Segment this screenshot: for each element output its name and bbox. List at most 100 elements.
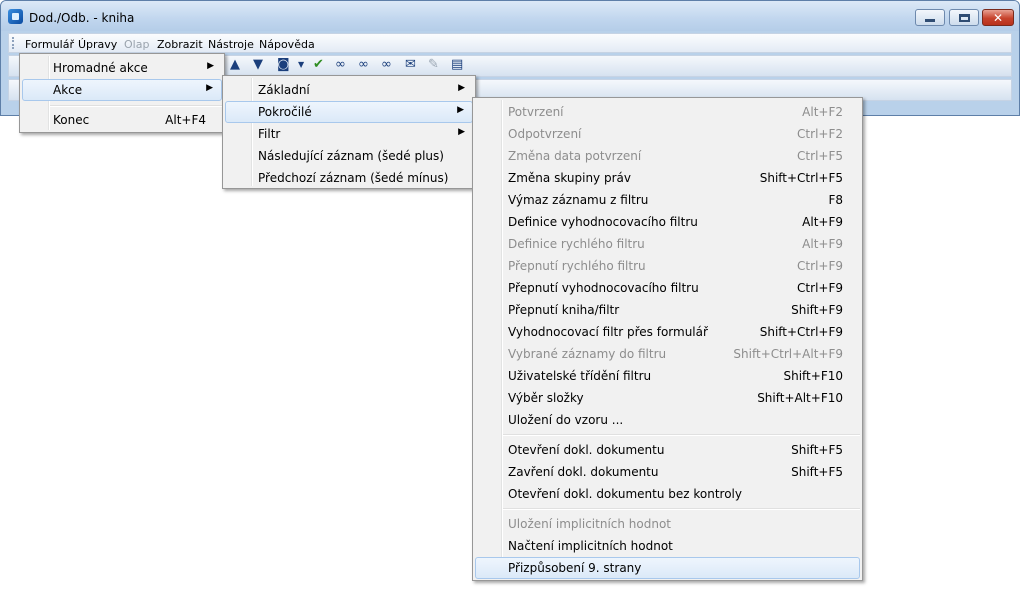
- menu-item[interactable]: Otevření dokl. dokumentu Shift+F5: [475, 439, 860, 461]
- submenu-arrow-icon: ▶: [458, 83, 465, 93]
- attachment-icon[interactable]: ▤: [451, 57, 463, 73]
- menu-item[interactable]: Uživatelské třídění filtru Shift+F10: [475, 365, 860, 387]
- check-arrow-icon[interactable]: ✔: [313, 57, 324, 73]
- menu-item-hromadne-akce[interactable]: Hromadné akce ▶: [22, 57, 222, 79]
- menu-item-shortcut: Shift+F9: [791, 303, 843, 317]
- menu-item[interactable]: Definice rychlého filtru Alt+F9: [475, 233, 860, 255]
- menu-formular[interactable]: Formulář: [25, 38, 74, 51]
- window-title: Dod./Odb. - kniha: [29, 11, 135, 25]
- menu-item-shortcut: Shift+F5: [791, 465, 843, 479]
- app-icon[interactable]: [8, 9, 23, 24]
- menu-item[interactable]: Přepnutí kniha/filtr Shift+F9: [475, 299, 860, 321]
- menu-item-shortcut: Ctrl+F9: [797, 281, 843, 295]
- menu-item-shortcut: F8: [828, 193, 843, 207]
- menu-separator: [503, 508, 860, 510]
- menu-item-shortcut: Shift+F10: [783, 369, 843, 383]
- menu-item-label: Změna skupiny práv: [508, 171, 631, 185]
- menu-item-predchozi-zaznam[interactable]: Předchozí záznam (šedé mínus): [225, 167, 473, 189]
- menu-item[interactable]: Definice vyhodnocovacího filtru Alt+F9: [475, 211, 860, 233]
- menu-olap[interactable]: Olap: [124, 38, 149, 51]
- menu-item-shortcut: Alt+F2: [802, 105, 843, 119]
- minimize-button[interactable]: [915, 9, 945, 26]
- maximize-button[interactable]: [949, 9, 979, 26]
- menu-item-shortcut: Shift+Ctrl+Alt+F9: [733, 347, 843, 361]
- menu-item-label: Otevření dokl. dokumentu: [508, 443, 665, 457]
- menu-item-konec[interactable]: Konec Alt+F4: [22, 109, 222, 131]
- menu-item-label: Definice rychlého filtru: [508, 237, 645, 251]
- menu-item-label: Uživatelské třídění filtru: [508, 369, 652, 383]
- menu-item-label: Potvrzení: [508, 105, 564, 119]
- menu-item-filtr[interactable]: Filtr ▶: [225, 123, 473, 145]
- arrow-up-icon[interactable]: ▲: [230, 57, 240, 73]
- menu-item[interactable]: Změna skupiny práv Shift+Ctrl+F5: [475, 167, 860, 189]
- menu-item-label: Výběr složky: [508, 391, 584, 405]
- binoculars-icon[interactable]: ∞: [335, 57, 346, 73]
- menu-item-label: Odpotvrzení: [508, 127, 582, 141]
- pokrocile-submenu: Potvrzení Alt+F2 Odpotvrzení Ctrl+F2 Změna d…: [472, 97, 863, 581]
- menu-item-label: Vybrané záznamy do filtru: [508, 347, 667, 361]
- menu-item[interactable]: Přepnutí rychlého filtru Ctrl+F9: [475, 255, 860, 277]
- menu-item-label: Přepnutí vyhodnocovacího filtru: [508, 281, 699, 295]
- arrow-down-icon[interactable]: ▼: [253, 57, 263, 73]
- menu-bar: Formulář Úpravy Olap Zobrazit Nástroje N…: [8, 33, 1012, 53]
- menu-separator: [503, 434, 860, 436]
- camera-icon[interactable]: ◙: [277, 57, 290, 73]
- menu-item[interactable]: Odpotvrzení Ctrl+F2: [475, 123, 860, 145]
- menu-item-label: Přepnutí rychlého filtru: [508, 259, 646, 273]
- menu-item-shortcut: Ctrl+F2: [797, 127, 843, 141]
- menu-item[interactable]: Výmaz záznamu z filtru F8: [475, 189, 860, 211]
- menu-item-label: Přepnutí kniha/filtr: [508, 303, 620, 317]
- maximize-icon: [958, 13, 970, 22]
- menu-item[interactable]: Výběr složky Shift+Alt+F10: [475, 387, 860, 409]
- binoculars-next-icon[interactable]: ∞: [358, 57, 369, 73]
- envelope-icon[interactable]: ✉: [405, 57, 416, 73]
- minimize-icon: [925, 19, 935, 22]
- menu-item[interactable]: Přizpůsobení 9. strany: [475, 557, 860, 579]
- menu-item-label: Zavření dokl. dokumentu: [508, 465, 659, 479]
- menu-item-shortcut: Ctrl+F5: [797, 149, 843, 163]
- binoculars-prev-icon[interactable]: ∞: [381, 57, 392, 73]
- menu-item-label: Uložení do vzoru ...: [508, 413, 624, 427]
- menu-item-shortcut: Shift+Ctrl+F5: [759, 171, 843, 185]
- menu-item[interactable]: Přepnutí vyhodnocovacího filtru Ctrl+F9: [475, 277, 860, 299]
- menu-item-label: Výmaz záznamu z filtru: [508, 193, 649, 207]
- menu-item-label: Změna data potvrzení: [508, 149, 642, 163]
- submenu-arrow-icon: ▶: [457, 105, 464, 115]
- formular-menu: Hromadné akce ▶ Akce ▶ Konec Alt+F4: [19, 53, 225, 133]
- menu-item[interactable]: Uložení do vzoru ...: [475, 409, 860, 431]
- menu-item-shortcut: Alt+F9: [802, 215, 843, 229]
- menu-item[interactable]: Vyhodnocovací filtr přes formulář Shift+C…: [475, 321, 860, 343]
- submenu-arrow-icon: ▶: [458, 127, 465, 137]
- menu-item-label: Načtení implicitních hodnot: [508, 539, 673, 553]
- menu-separator: [50, 105, 222, 107]
- menu-zobrazit[interactable]: Zobrazit: [157, 38, 203, 51]
- menu-item-shortcut: Alt+F9: [802, 237, 843, 251]
- menu-item-label: Uložení implicitních hodnot: [508, 517, 672, 531]
- menu-item[interactable]: Zavření dokl. dokumentu Shift+F5: [475, 461, 860, 483]
- menu-item-label: Otevření dokl. dokumentu bez kontroly: [508, 487, 742, 501]
- menu-item[interactable]: Načtení implicitních hodnot: [475, 535, 860, 557]
- menu-item-zakladni[interactable]: Základní ▶: [225, 79, 473, 101]
- menubar-grip[interactable]: [12, 37, 17, 49]
- menu-upravy[interactable]: Úpravy: [78, 38, 117, 51]
- menu-napoveda[interactable]: Nápověda: [259, 38, 315, 51]
- title-bar[interactable]: Dod./Odb. - kniha ✕: [1, 1, 1019, 31]
- menu-nastroje[interactable]: Nástroje: [208, 38, 254, 51]
- menu-item-pokrocile[interactable]: Pokročilé ▶: [225, 101, 473, 123]
- menu-item-shortcut: Ctrl+F9: [797, 259, 843, 273]
- close-button[interactable]: ✕: [982, 9, 1014, 26]
- menu-item-shortcut: Shift+F5: [791, 443, 843, 457]
- menu-item[interactable]: Potvrzení Alt+F2: [475, 101, 860, 123]
- menu-item-label: Definice vyhodnocovacího filtru: [508, 215, 698, 229]
- dropdown-icon[interactable]: ▼: [298, 57, 304, 73]
- submenu-arrow-icon: ▶: [206, 83, 213, 93]
- menu-item-nasledujici-zaznam[interactable]: Následující záznam (šedé plus): [225, 145, 473, 167]
- menu-item[interactable]: Otevření dokl. dokumentu bez kontroly: [475, 483, 860, 505]
- menu-item-label: Přizpůsobení 9. strany: [508, 561, 642, 575]
- menu-item-akce[interactable]: Akce ▶: [22, 79, 222, 101]
- menu-item-label: Vyhodnocovací filtr přes formulář: [508, 325, 708, 339]
- menu-item[interactable]: Vybrané záznamy do filtru Shift+Ctrl+Alt+…: [475, 343, 860, 365]
- menu-item[interactable]: Uložení implicitních hodnot: [475, 513, 860, 535]
- edit-doc-icon[interactable]: ✎: [428, 57, 439, 73]
- menu-item[interactable]: Změna data potvrzení Ctrl+F5: [475, 145, 860, 167]
